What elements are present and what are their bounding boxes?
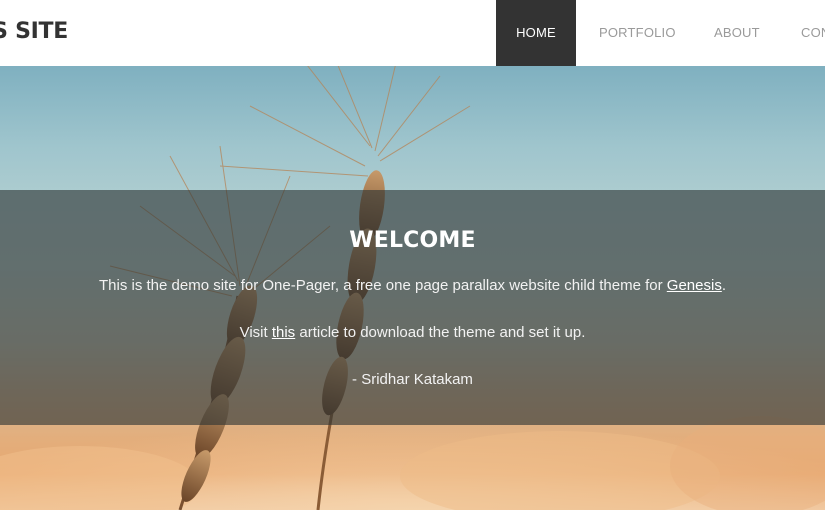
intro-end: .	[721, 277, 726, 294]
site-header: ESIS SITE HOME PORTFOLIO ABOUT CON	[0, 0, 825, 66]
main-nav: HOME PORTFOLIO ABOUT CON	[0, 0, 825, 66]
nav-item-portfolio[interactable]: PORTFOLIO	[599, 0, 676, 66]
welcome-heading: WELCOME	[349, 228, 476, 253]
hero-section: WELCOME This is the demo site for One-Pa…	[0, 66, 825, 510]
intro-paragraph: This is the demo site for One-Pager, a f…	[0, 277, 825, 294]
visit-end: article to download the theme and set it…	[295, 324, 586, 341]
author-signature: - Sridhar Katakam	[352, 371, 473, 388]
article-link[interactable]: this	[272, 324, 295, 341]
welcome-overlay: WELCOME This is the demo site for One-Pa…	[0, 190, 825, 425]
genesis-link[interactable]: Genesis	[667, 277, 722, 294]
intro-text: This is the demo site for One-Pager, a f…	[98, 277, 667, 294]
nav-item-contact[interactable]: CON	[801, 0, 825, 66]
nav-item-about[interactable]: ABOUT	[714, 0, 760, 66]
visit-text: Visit	[239, 324, 272, 341]
nav-item-home[interactable]: HOME	[496, 0, 576, 66]
visit-paragraph: Visit this article to download the theme…	[0, 324, 825, 341]
